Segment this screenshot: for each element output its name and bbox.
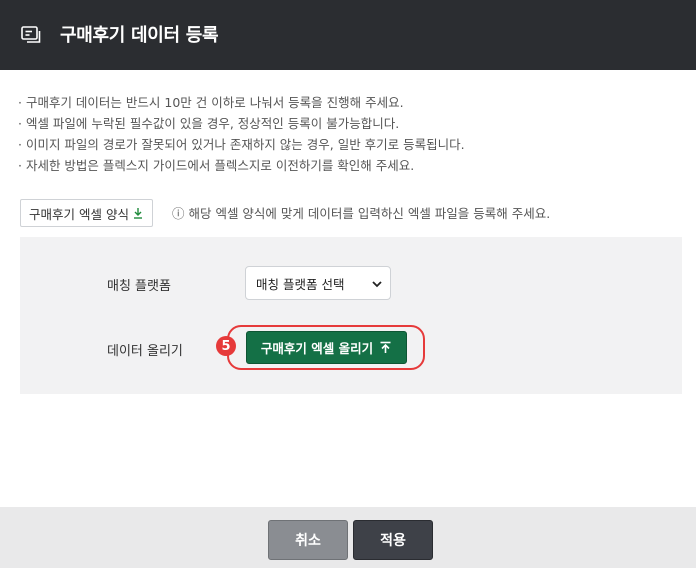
guide-note: · 이미지 파일의 경로가 잘못되어 있거나 존재하지 않는 경우, 일반 후기…: [18, 137, 465, 152]
dialog-title: 구매후기 데이터 등록: [60, 25, 219, 46]
dialog-footer: [0, 507, 696, 568]
template-hint: ⓘ 해당 엑셀 양식에 맞게 데이터를 입력하신 엑셀 파일을 등록해 주세요.: [172, 206, 551, 221]
upload-label: 데이터 올리기: [107, 344, 183, 359]
review-card-icon: [21, 26, 41, 43]
guide-note: · 구매후기 데이터는 반드시 10만 건 이하로 나눠서 등록을 진행해 주세…: [18, 95, 404, 110]
guide-note: · 자세한 방법은 플렉스지 가이드에서 플렉스지로 이전하기를 확인해 주세요…: [18, 158, 415, 173]
excel-template-download-button[interactable]: 구매후기 엑셀 양식: [20, 199, 153, 227]
platform-label: 매칭 플랫폼: [107, 279, 171, 294]
download-icon: [133, 208, 142, 219]
guide-note: · 엑셀 파일에 누락된 필수값이 있을 경우, 정상적인 등록이 불가능합니다…: [18, 116, 400, 131]
guide-notes: · 구매후기 데이터는 반드시 10만 건 이하로 나눠서 등록을 진행해 주세…: [18, 92, 678, 176]
cancel-button[interactable]: 취소: [268, 520, 348, 560]
upload-arrow-icon: [380, 341, 391, 353]
step-badge: 5: [216, 336, 236, 356]
upload-excel-button[interactable]: 구매후기 엑셀 올리기: [246, 331, 407, 364]
platform-select-value: 매칭 플랫폼 선택: [256, 276, 345, 292]
upload-form-panel: [20, 237, 682, 394]
chevron-down-icon: [372, 281, 382, 288]
apply-button[interactable]: 적용: [353, 520, 433, 560]
upload-button-label: 구매후기 엑셀 올리기: [260, 341, 374, 356]
template-button-label: 구매후기 엑셀 양식: [29, 206, 129, 222]
platform-select[interactable]: 매칭 플랫폼 선택: [245, 266, 391, 300]
dialog-header: 구매후기 데이터 등록: [0, 0, 696, 70]
